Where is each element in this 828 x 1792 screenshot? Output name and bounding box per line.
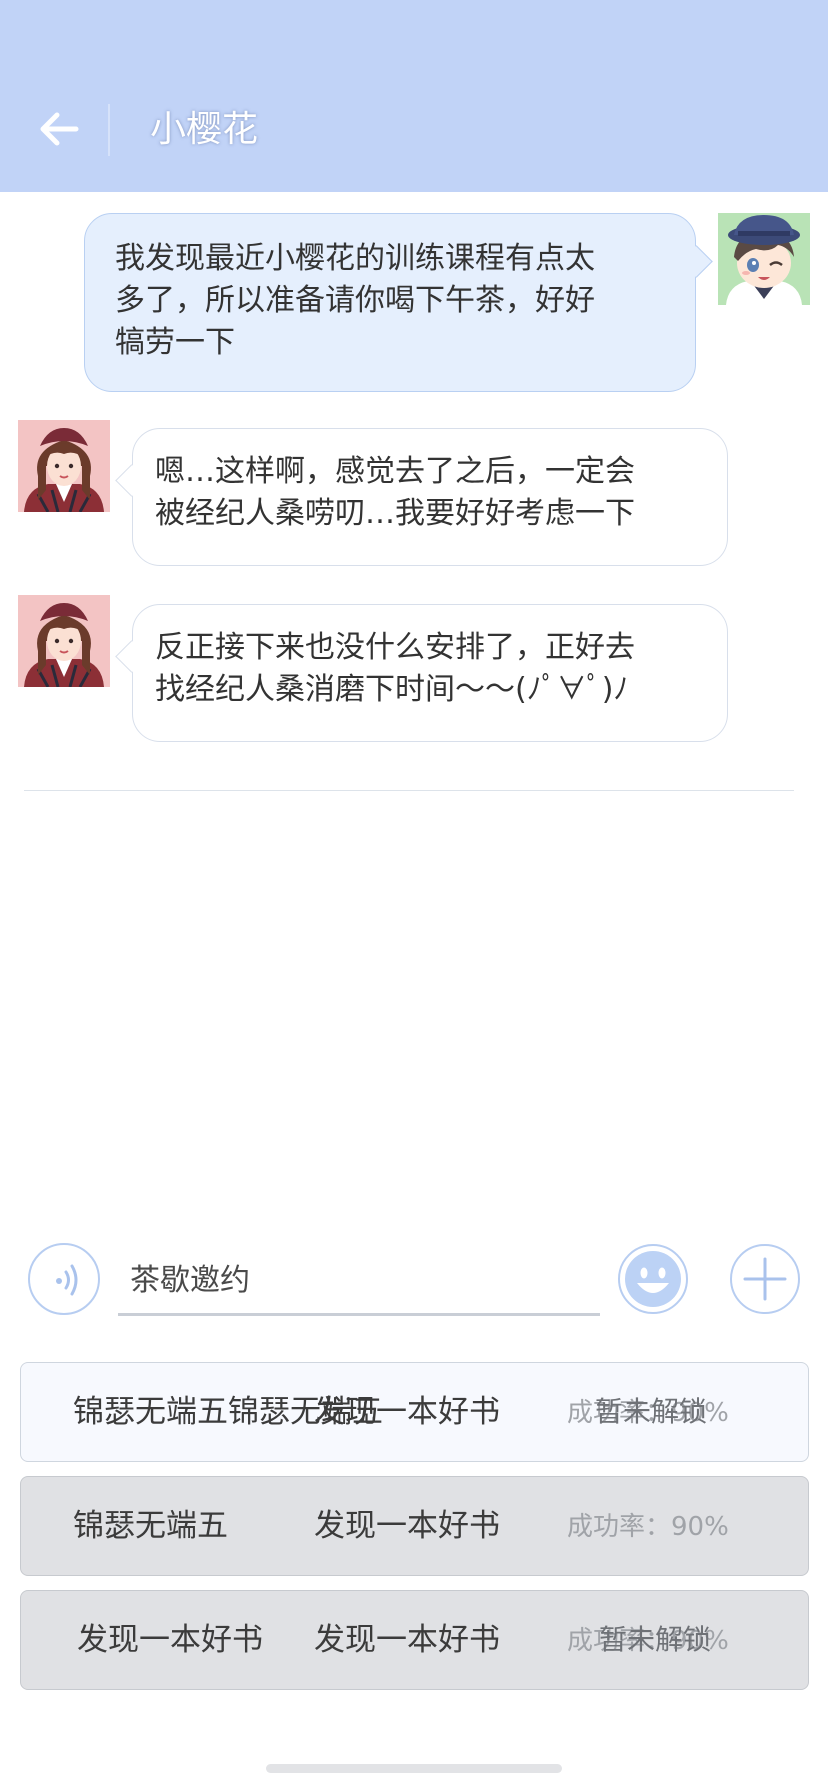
option-lock-status: 暂未解锁 <box>595 1395 708 1428</box>
message-input[interactable]: 茶歇邀约 <box>118 1250 600 1316</box>
message-bubble-contact: 反正接下来也没什么安排了，正好去 找经纪人桑消磨下时间～～(ﾉﾟ∀ﾟ)ﾉ <box>132 604 728 742</box>
voice-icon <box>56 1264 78 1296</box>
back-button[interactable] <box>34 104 84 154</box>
reply-option[interactable]: 锦瑟无端五 发现一本好书 成功率：90% <box>20 1476 809 1576</box>
emoji-button[interactable] <box>617 1243 689 1315</box>
option-lock-status: 暂未解锁 <box>599 1623 712 1656</box>
girl-portrait-avatar-image <box>18 420 110 512</box>
reply-option[interactable]: 发现一本好书 发现一本好书 成功率：90% 暂未解锁 <box>20 1590 809 1690</box>
page-title: 小樱花 <box>150 109 259 150</box>
more-button[interactable] <box>729 1243 801 1315</box>
option-text-secondary: 发现一本好书 <box>314 1394 500 1430</box>
self-avatar[interactable] <box>718 213 810 305</box>
option-text-primary: 发现一本好书 <box>77 1622 263 1658</box>
message-text: 反正接下来也没什么安排了，正好去 找经纪人桑消磨下时间～～(ﾉﾟ∀ﾟ)ﾉ <box>155 630 635 707</box>
nav-header: 小樱花 <box>0 0 828 192</box>
message-bubble-contact: 嗯…这样啊，感觉去了之后，一定会 被经纪人桑唠叨…我要好好考虑一下 <box>132 428 728 566</box>
smiley-icon <box>618 1244 688 1314</box>
message-bubble-self: 我发现最近小樱花的训练课程有点太 多了，所以准备请你喝下午茶，好好 犒劳一下 <box>84 213 696 392</box>
chat-divider <box>24 790 794 791</box>
contact-avatar[interactable] <box>18 595 110 687</box>
arrow-left-icon <box>40 112 79 146</box>
reply-option[interactable]: 锦瑟无端五锦瑟无端五 发现一本好书 成功率：90% 暂未解锁 <box>20 1362 809 1462</box>
option-success-rate: 成功率：90% <box>567 1512 729 1542</box>
home-indicator[interactable] <box>266 1764 562 1773</box>
option-text-secondary: 发现一本好书 <box>314 1508 500 1544</box>
option-text-secondary: 发现一本好书 <box>314 1622 500 1658</box>
anime-boy-avatar-image <box>718 213 810 305</box>
voice-button[interactable] <box>28 1243 100 1315</box>
message-text: 我发现最近小樱花的训练课程有点太 多了，所以准备请你喝下午茶，好好 犒劳一下 <box>115 241 595 360</box>
plus-icon <box>730 1244 800 1314</box>
option-text-primary: 锦瑟无端五 <box>73 1508 228 1544</box>
girl-portrait-avatar-image <box>18 595 110 687</box>
header-divider <box>108 104 110 156</box>
contact-avatar[interactable] <box>18 420 110 512</box>
message-text: 嗯…这样啊，感觉去了之后，一定会 被经纪人桑唠叨…我要好好考虑一下 <box>155 454 635 531</box>
